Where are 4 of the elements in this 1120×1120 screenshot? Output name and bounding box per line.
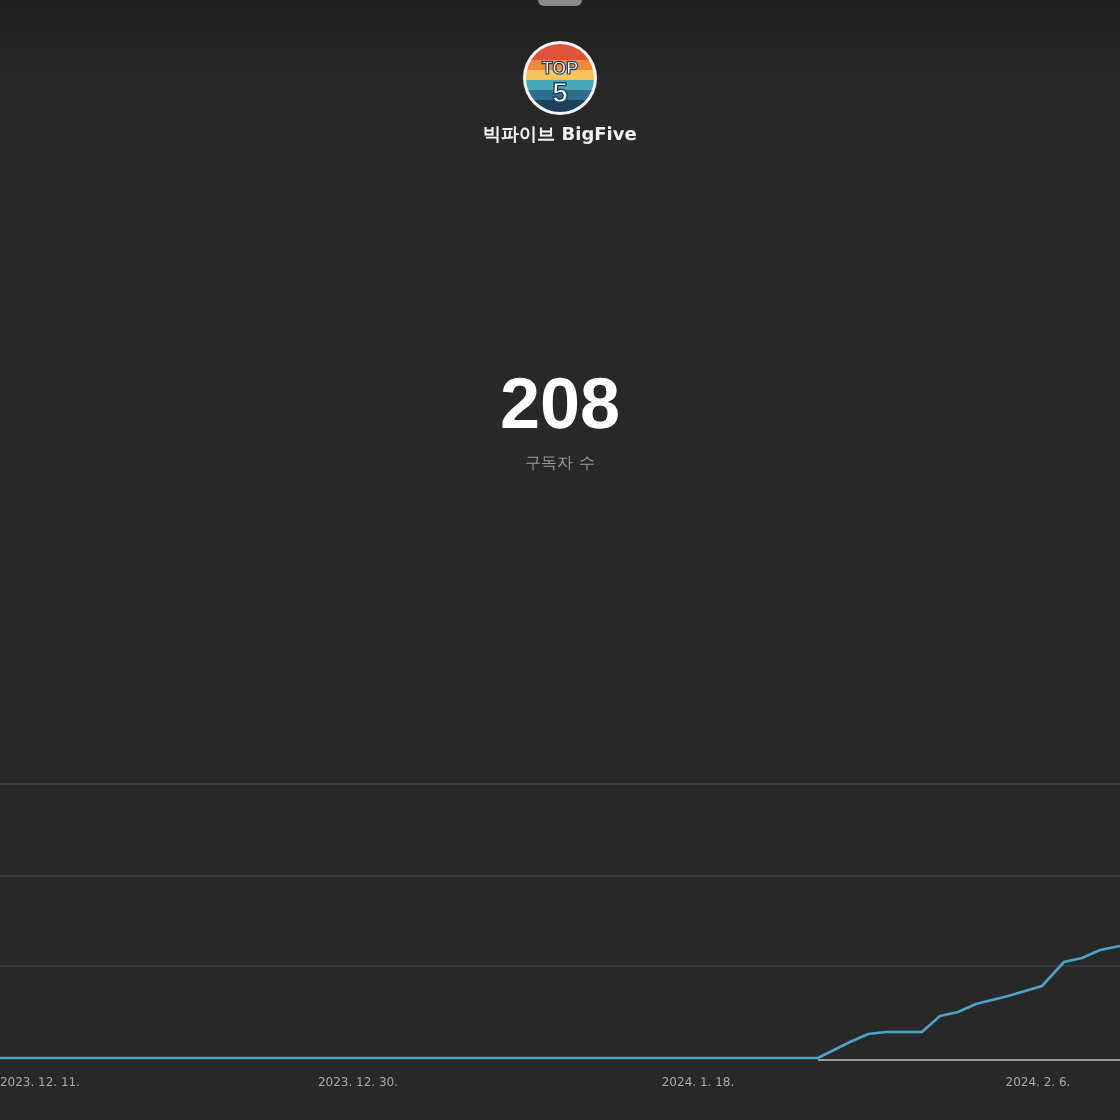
subscriber-count: 208 (499, 364, 621, 444)
channel-logo: TOP 5 (522, 40, 598, 116)
subscriber-label: 구독자 수 (525, 452, 595, 474)
channel-name: 빅파이브 BigFive (483, 124, 637, 148)
